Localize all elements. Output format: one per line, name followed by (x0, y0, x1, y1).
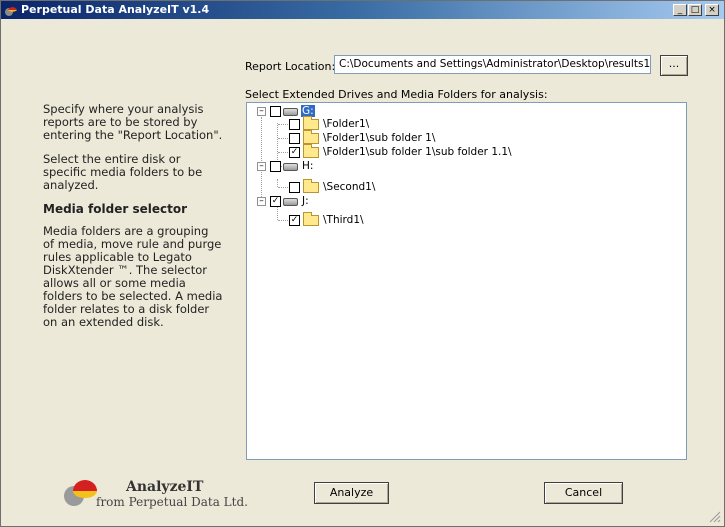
checkbox-third1[interactable]: ✓ (289, 215, 300, 226)
help-panel: Specify where your analysis reports are … (43, 103, 223, 340)
title-bar[interactable]: Perpetual Data AnalyzeIT v1.4 _ □ × (1, 1, 724, 19)
drive-icon (283, 163, 298, 171)
help-heading: Media folder selector (43, 202, 188, 216)
drive-icon (283, 198, 298, 206)
folder-icon (303, 179, 319, 193)
drive-folder-tree[interactable]: – G: \Folder1\ \Folder1\sub folder 1\ ✓ … (246, 102, 687, 460)
report-location-label: Report Location: (245, 60, 336, 73)
folder-icon (303, 212, 319, 226)
maximize-button[interactable]: □ (688, 4, 702, 16)
checkbox-drive-g[interactable] (270, 106, 281, 117)
checkbox-drive-h[interactable] (270, 161, 281, 172)
collapse-icon[interactable]: – (257, 197, 266, 206)
tree-item-label: \Folder1\ (323, 118, 370, 130)
close-button[interactable]: × (705, 4, 719, 16)
tree-item-label: \Folder1\sub folder 1\ (323, 132, 436, 144)
analyze-button[interactable]: Analyze (314, 482, 389, 504)
help-text-report-location: Specify where your analysis reports are … (43, 102, 223, 142)
logo-subtitle: from Perpetual Data Ltd. (96, 495, 248, 509)
tree-label: Select Extended Drives and Media Folders… (245, 88, 548, 101)
collapse-icon[interactable]: – (257, 162, 266, 171)
app-window: Perpetual Data AnalyzeIT v1.4 _ □ × Spec… (0, 0, 725, 527)
tree-item-drive-j[interactable]: – ✓ J: (257, 195, 457, 209)
resize-grip-icon[interactable] (709, 511, 721, 523)
checkbox-folder1[interactable] (289, 119, 300, 130)
logo-icon (64, 480, 97, 506)
logo-title: AnalyzeIT (126, 479, 204, 495)
app-icon (5, 7, 17, 16)
tree-item-label: \Third1\ (323, 214, 364, 226)
tree-item-folder1[interactable]: \Folder1\ (289, 116, 539, 132)
tree-item-second1[interactable]: \Second1\ (289, 179, 539, 195)
folder-icon (303, 144, 319, 158)
browse-button[interactable]: ... (660, 55, 688, 76)
tree-item-label: H: (302, 160, 314, 172)
folder-icon (303, 130, 319, 144)
tree-item-folder1-sub1-1[interactable]: ✓ \Folder1\sub folder 1\sub folder 1.1\ (289, 144, 589, 160)
help-text-media-folders: Media folders are a grouping of media, m… (43, 224, 223, 329)
minimize-button[interactable]: _ (673, 4, 687, 16)
drive-icon (283, 108, 298, 116)
tree-item-drive-h[interactable]: – H: (257, 160, 457, 174)
help-text-select-disk: Select the entire disk or specific media… (43, 152, 203, 192)
tree-item-label: \Second1\ (323, 181, 376, 193)
window-title: Perpetual Data AnalyzeIT v1.4 (21, 3, 210, 16)
cancel-button[interactable]: Cancel (544, 482, 623, 504)
checkbox-folder1-sub1[interactable] (289, 133, 300, 144)
tree-item-third1[interactable]: ✓ \Third1\ (289, 212, 539, 228)
checkbox-second1[interactable] (289, 182, 300, 193)
collapse-icon[interactable]: – (257, 107, 266, 116)
tree-item-folder1-sub1[interactable]: \Folder1\sub folder 1\ (289, 130, 539, 146)
checkbox-folder1-sub1-1[interactable]: ✓ (289, 147, 300, 158)
tree-item-label: J: (302, 195, 309, 207)
tree-item-label: \Folder1\sub folder 1\sub folder 1.1\ (323, 146, 512, 158)
tree-item-drive-g[interactable]: – G: (257, 105, 457, 119)
folder-icon (303, 116, 319, 130)
report-location-input[interactable]: C:\Documents and Settings\Administrator\… (334, 55, 651, 74)
checkbox-drive-j[interactable]: ✓ (270, 196, 281, 207)
